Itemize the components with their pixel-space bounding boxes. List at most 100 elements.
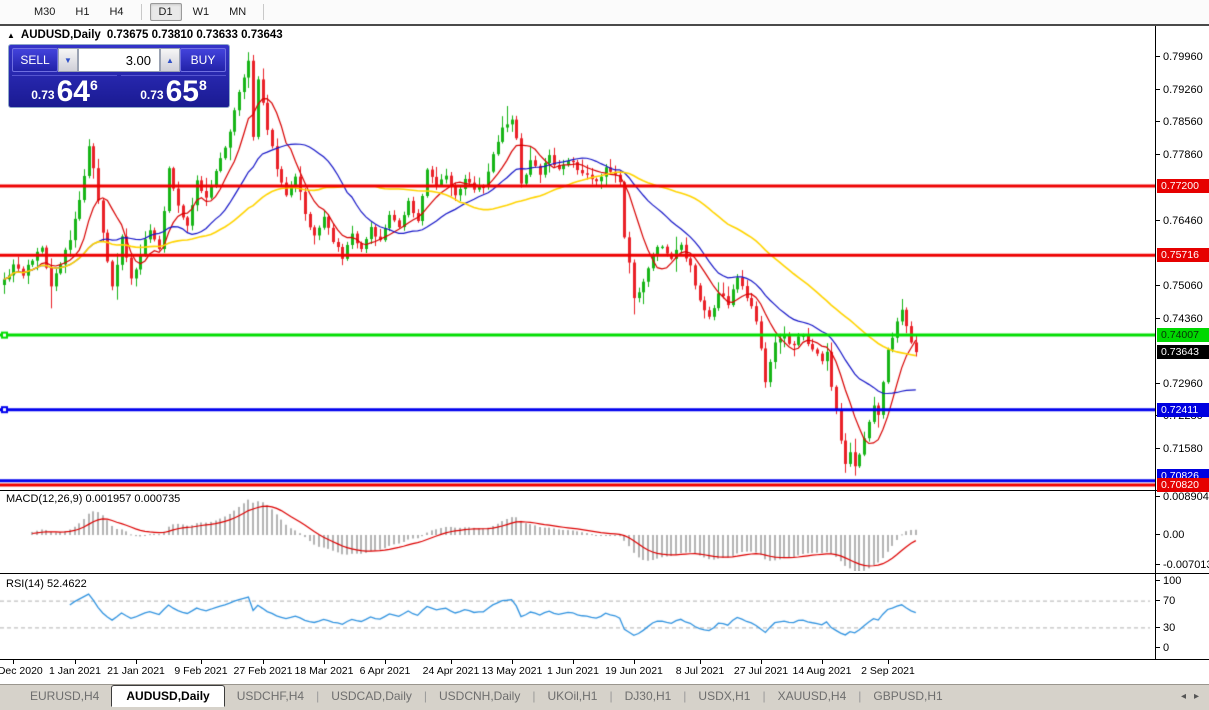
date-tick-mark — [75, 660, 76, 664]
tick-mark — [1156, 600, 1160, 602]
price-badge: 0.72411 — [1157, 402, 1209, 417]
date-label: 9 Feb 2021 — [174, 665, 228, 677]
tab-scroll-left-icon[interactable]: ◂ — [1181, 691, 1186, 702]
rsi-panel-canvas[interactable] — [0, 576, 1155, 658]
tab-xauusd-h4[interactable]: XAUUSD,H4 — [766, 686, 859, 706]
price-tick-label: 0.78560 — [1163, 116, 1203, 129]
rsi-panel-separator[interactable] — [0, 573, 1209, 574]
date-label: 27 Feb 2021 — [233, 665, 293, 677]
date-label: 18 Mar 2021 — [294, 665, 354, 677]
indicator-axis-label: 30 — [1163, 621, 1176, 634]
buy-price-pip: 8 — [198, 77, 207, 93]
collapse-icon[interactable]: ▲ — [7, 31, 15, 40]
tab-dj30-h1[interactable]: DJ30,H1 — [613, 686, 684, 706]
date-label: 13 May 2021 — [481, 665, 543, 677]
date-tick-mark — [385, 660, 386, 664]
tick-mark — [1156, 284, 1160, 286]
price-tick-label: 0.79260 — [1163, 83, 1203, 96]
date-tick-mark — [136, 660, 137, 664]
volume-input[interactable]: 3.00 — [78, 48, 160, 72]
price-tick-label: 0.75060 — [1163, 279, 1203, 292]
tab-usdchf-h4[interactable]: USDCHF,H4 — [225, 686, 316, 706]
sell-button[interactable]: SELL — [12, 48, 58, 72]
buy-price-main: 65 — [165, 75, 199, 108]
date-tick-mark — [201, 660, 202, 664]
date-tick-mark — [451, 660, 452, 664]
tick-mark — [1156, 56, 1160, 57]
chart-ohlc-values: 0.73675 0.73810 0.73633 0.73643 — [106, 29, 283, 41]
chart-symbol-label: AUDUSD,Daily — [20, 29, 101, 41]
date-label: 24 Apr 2021 — [422, 665, 480, 677]
tick-mark — [1156, 219, 1160, 221]
tab-ukoil-h1[interactable]: UKOil,H1 — [535, 686, 609, 706]
price-tick-label: 0.72960 — [1163, 378, 1203, 391]
timeframe-button-mn[interactable]: MN — [220, 3, 255, 21]
symbol-tab-bar: EURUSD,H4 AUDUSD,Daily USDCHF,H4 | USDCAD,Da… — [0, 684, 1209, 710]
tab-usdcnh-daily[interactable]: USDCNH,Daily — [427, 686, 532, 706]
sell-price-display[interactable]: 0.73 64 6 — [12, 75, 117, 107]
price-badge: 0.75716 — [1157, 248, 1209, 263]
timeframe-button-d1[interactable]: D1 — [149, 3, 182, 21]
date-tick-mark — [700, 660, 701, 664]
timeframe-button-h4[interactable]: H4 — [100, 3, 132, 21]
toolbar-group-separator — [263, 4, 265, 20]
date-tick-mark — [573, 660, 574, 664]
tab-audusd-daily[interactable]: AUDUSD,Daily — [111, 685, 225, 707]
date-tick-mark — [634, 660, 635, 664]
tick-mark — [1156, 383, 1160, 385]
price-axis[interactable]: 0.79960 0.79260 0.78560 0.77860 0.76460 0.750… — [1155, 26, 1209, 659]
buy-price-prefix: 0.73 — [140, 88, 164, 102]
timeframe-button-h1[interactable]: H1 — [66, 3, 98, 21]
tab-usdx-h1[interactable]: USDX,H1 — [686, 686, 762, 706]
date-label: 12 Dec 2020 — [0, 665, 43, 677]
date-label: 1 Jan 2021 — [49, 665, 101, 677]
date-label: 14 Aug 2021 — [792, 665, 852, 677]
terminal-window: M30 H1 H4 D1 W1 MN ▲ AUDUSD,Daily 0.73675 0.7… — [0, 0, 1209, 710]
date-tick-mark — [512, 660, 513, 664]
date-label: 6 Apr 2021 — [359, 665, 411, 677]
tab-eurusd-h4[interactable]: EURUSD,H4 — [18, 686, 111, 706]
date-tick-mark — [263, 660, 264, 664]
tick-mark — [1156, 534, 1160, 535]
volume-increase-button[interactable]: ▲ — [160, 48, 180, 72]
indicator-axis-label: -0.007013 — [1163, 558, 1209, 571]
macd-name: MACD(12,26,9) — [6, 493, 83, 505]
macd-label: MACD(12,26,9) 0.001957 0.000735 — [6, 493, 180, 505]
tick-mark — [1156, 154, 1160, 156]
buy-price-display[interactable]: 0.73 65 8 — [121, 75, 226, 108]
indicator-axis-label: 0 — [1163, 642, 1170, 654]
buy-button[interactable]: BUY — [180, 48, 226, 72]
price-tick-label: 0.79960 — [1163, 51, 1203, 63]
tick-mark — [1156, 563, 1160, 565]
price-tick-label: 0.77860 — [1163, 149, 1203, 162]
tab-gbpusd-h1[interactable]: GBPUSD,H1 — [861, 686, 954, 706]
rsi-name: RSI(14) — [6, 578, 44, 590]
macd-panel-separator[interactable] — [0, 490, 1209, 491]
volume-decrease-button[interactable]: ▼ — [58, 48, 78, 72]
date-label: 2 Sep 2021 — [861, 665, 915, 677]
date-tick-mark — [822, 660, 823, 664]
date-axis[interactable]: 12 Dec 2020 1 Jan 2021 21 Jan 2021 9 Feb 20… — [0, 660, 1155, 683]
tick-mark — [1156, 317, 1160, 319]
date-label: 1 Jun 2021 — [547, 665, 599, 677]
tick-mark — [1156, 580, 1160, 581]
rsi-label: RSI(14) 52.4622 — [6, 578, 87, 590]
indicator-axis-label: 100 — [1163, 575, 1182, 587]
toolbar-group-separator — [140, 4, 142, 20]
indicator-axis-label: 0.00 — [1163, 529, 1185, 541]
date-tick-mark — [888, 660, 889, 664]
date-tick-mark — [761, 660, 762, 664]
price-tick-label: 0.71580 — [1163, 442, 1203, 455]
macd-values: 0.001957 0.000735 — [85, 493, 181, 505]
price-badge: 0.73643 — [1157, 345, 1209, 360]
date-label: 27 Jul 2021 — [733, 665, 789, 677]
timeframe-button-w1[interactable]: W1 — [184, 3, 219, 21]
tab-scroll-right-icon[interactable]: ▸ — [1194, 691, 1199, 702]
chart-title: ▲ AUDUSD,Daily 0.73675 0.73810 0.73633 0… — [7, 29, 283, 41]
tick-mark — [1156, 121, 1160, 123]
timeframe-button-m30[interactable]: M30 — [25, 3, 64, 21]
date-tick-mark — [13, 660, 14, 664]
tab-usdcad-daily[interactable]: USDCAD,Daily — [319, 686, 424, 706]
indicator-axis-label: 70 — [1163, 595, 1176, 608]
tick-mark — [1156, 495, 1160, 497]
